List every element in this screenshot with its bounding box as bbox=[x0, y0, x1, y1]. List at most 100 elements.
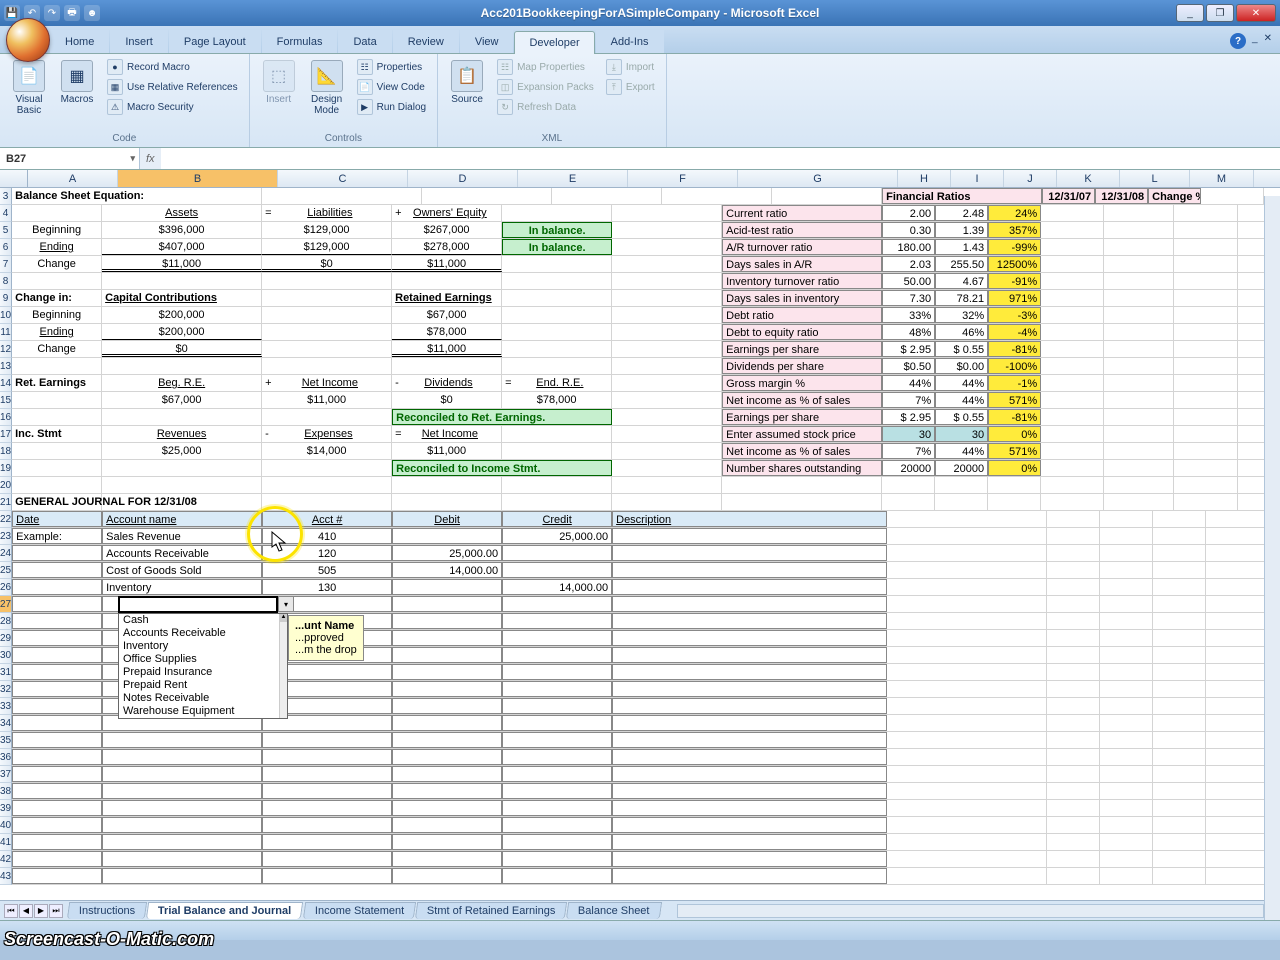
cell-B41[interactable] bbox=[102, 834, 262, 850]
cell-B19[interactable] bbox=[102, 460, 262, 476]
cell-C18[interactable]: $14,000 bbox=[262, 443, 392, 459]
cell-E11[interactable] bbox=[502, 324, 612, 340]
cell-J7[interactable]: 12500% bbox=[988, 256, 1041, 272]
row-head-15[interactable]: 15 bbox=[0, 392, 12, 409]
dropdown-item[interactable]: Accounts Receivable bbox=[119, 627, 287, 640]
cell-J32[interactable] bbox=[1153, 681, 1206, 697]
help-icon[interactable]: ? bbox=[1230, 33, 1246, 49]
vertical-scrollbar[interactable] bbox=[1264, 196, 1280, 920]
cell-I4[interactable]: 2.48 bbox=[935, 205, 988, 221]
cell-I12[interactable]: $ 0.55 bbox=[935, 341, 988, 357]
cell-C8[interactable] bbox=[262, 273, 392, 289]
sheet-nav-next[interactable]: ▶ bbox=[34, 904, 48, 918]
cell-A8[interactable] bbox=[12, 273, 102, 289]
cell-D31[interactable] bbox=[392, 664, 502, 680]
cell-I19[interactable]: 20000 bbox=[935, 460, 988, 476]
cell-A22[interactable]: Date bbox=[12, 511, 102, 527]
cell-G15[interactable]: Net income as % of sales bbox=[722, 392, 882, 408]
cell-F29[interactable] bbox=[612, 630, 887, 646]
cell-D26[interactable] bbox=[392, 579, 502, 595]
row-head-40[interactable]: 40 bbox=[0, 817, 12, 834]
row-head-28[interactable]: 28 bbox=[0, 613, 12, 630]
maximize-button[interactable]: ❐ bbox=[1206, 4, 1234, 22]
cell-A5[interactable]: Beginning bbox=[12, 222, 102, 238]
cell-I10[interactable]: 32% bbox=[935, 307, 988, 323]
cell-E28[interactable] bbox=[502, 613, 612, 629]
cell-B5[interactable]: $396,000 bbox=[102, 222, 262, 238]
cell-K18[interactable] bbox=[1041, 443, 1104, 459]
cell-E21[interactable] bbox=[502, 494, 612, 510]
cell-M8[interactable] bbox=[1174, 273, 1238, 289]
cell-L6[interactable] bbox=[1104, 239, 1174, 255]
cell-K7[interactable] bbox=[1041, 256, 1104, 272]
cell-K13[interactable] bbox=[1041, 358, 1104, 374]
cell-I15[interactable]: 44% bbox=[935, 392, 988, 408]
cell-E37[interactable] bbox=[502, 766, 612, 782]
cell-E23[interactable]: 25,000.00 bbox=[502, 528, 612, 544]
tab-addins[interactable]: Add-Ins bbox=[596, 30, 664, 53]
cell-I14[interactable]: 44% bbox=[935, 375, 988, 391]
cell-C25[interactable]: 505 bbox=[262, 562, 392, 578]
cell-K33[interactable] bbox=[1206, 698, 1269, 714]
cell-H42[interactable] bbox=[1047, 851, 1100, 867]
cell-C40[interactable] bbox=[262, 817, 392, 833]
cell-G12[interactable]: Earnings per share bbox=[722, 341, 882, 357]
cell-C19[interactable] bbox=[262, 460, 392, 476]
row-head-39[interactable]: 39 bbox=[0, 800, 12, 817]
cell-E29[interactable] bbox=[502, 630, 612, 646]
cell-I3[interactable]: 12/31/08 bbox=[1095, 188, 1148, 204]
cell-J31[interactable] bbox=[1153, 664, 1206, 680]
cell-I20[interactable] bbox=[935, 477, 988, 493]
cell-G38[interactable] bbox=[887, 783, 1047, 799]
tab-insert[interactable]: Insert bbox=[110, 30, 168, 53]
cell-F41[interactable] bbox=[612, 834, 887, 850]
dropdown-item[interactable]: Prepaid Rent bbox=[119, 679, 287, 692]
cell-D12[interactable]: $11,000 bbox=[392, 341, 502, 357]
cell-J34[interactable] bbox=[1153, 715, 1206, 731]
row-head-4[interactable]: 4 bbox=[0, 205, 12, 222]
col-head-L[interactable]: L bbox=[1120, 170, 1190, 187]
cell-D13[interactable] bbox=[392, 358, 502, 374]
cell-C4[interactable]: = Liabilities bbox=[262, 205, 392, 221]
cell-H10[interactable]: 33% bbox=[882, 307, 935, 323]
cell-M10[interactable] bbox=[1174, 307, 1238, 323]
cell-M7[interactable] bbox=[1174, 256, 1238, 272]
cell-B43[interactable] bbox=[102, 868, 262, 884]
cell-K6[interactable] bbox=[1041, 239, 1104, 255]
cell-G26[interactable] bbox=[887, 579, 1047, 595]
cell-D18[interactable]: $11,000 bbox=[392, 443, 502, 459]
cell-F20[interactable] bbox=[612, 477, 722, 493]
cell-J25[interactable] bbox=[1153, 562, 1206, 578]
cell-K37[interactable] bbox=[1206, 766, 1269, 782]
cell-K25[interactable] bbox=[1206, 562, 1269, 578]
cell-K14[interactable] bbox=[1041, 375, 1104, 391]
cell-I5[interactable]: 1.39 bbox=[935, 222, 988, 238]
cell-H33[interactable] bbox=[1047, 698, 1100, 714]
tab-view[interactable]: View bbox=[460, 30, 514, 53]
cell-B21[interactable] bbox=[102, 494, 262, 510]
qat-smiley-icon[interactable]: ☻ bbox=[84, 5, 100, 21]
cell-H37[interactable] bbox=[1047, 766, 1100, 782]
cell-A37[interactable] bbox=[12, 766, 102, 782]
cell-A43[interactable] bbox=[12, 868, 102, 884]
cell-F28[interactable] bbox=[612, 613, 887, 629]
cell-H26[interactable] bbox=[1047, 579, 1100, 595]
row-head-16[interactable]: 16 bbox=[0, 409, 12, 426]
cell-A29[interactable] bbox=[12, 630, 102, 646]
cell-D20[interactable] bbox=[392, 477, 502, 493]
cell-C38[interactable] bbox=[262, 783, 392, 799]
col-head-J[interactable]: J bbox=[1004, 170, 1057, 187]
horizontal-scrollbar[interactable] bbox=[677, 904, 1264, 918]
cell-D36[interactable] bbox=[392, 749, 502, 765]
cell-H21[interactable] bbox=[882, 494, 935, 510]
cell-L10[interactable] bbox=[1104, 307, 1174, 323]
cell-E8[interactable] bbox=[502, 273, 612, 289]
cell-J29[interactable] bbox=[1153, 630, 1206, 646]
cell-L5[interactable] bbox=[1104, 222, 1174, 238]
cell-L7[interactable] bbox=[1104, 256, 1174, 272]
cell-M9[interactable] bbox=[1174, 290, 1238, 306]
cell-H15[interactable]: 7% bbox=[882, 392, 935, 408]
cell-F35[interactable] bbox=[612, 732, 887, 748]
cell-E6[interactable]: In balance. bbox=[502, 239, 612, 255]
cell-K4[interactable] bbox=[1041, 205, 1104, 221]
